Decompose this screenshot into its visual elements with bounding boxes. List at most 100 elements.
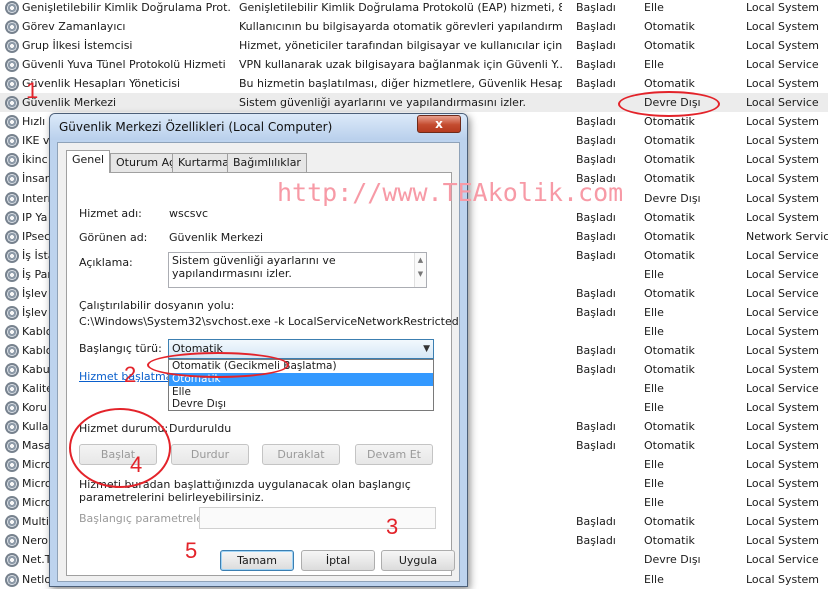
- gear-icon: [5, 96, 19, 111]
- service-row[interactable]: Genişletilebilir Kimlik Doğrulama Prot..…: [0, 0, 828, 17]
- display-name-value: Güvenlik Merkezi: [169, 231, 264, 244]
- service-startup-type: Elle: [644, 58, 664, 72]
- gear-icon: [5, 210, 19, 225]
- gear-icon: [5, 305, 19, 320]
- service-startup-type: Elle: [644, 401, 664, 415]
- gear-icon: [5, 458, 19, 473]
- startup-option[interactable]: Devre Dışı: [169, 398, 433, 411]
- gear-icon: [5, 420, 19, 435]
- resume-button[interactable]: Devam Et: [355, 444, 433, 465]
- service-status: Başladı: [576, 39, 616, 53]
- service-logon-as: Local System: [746, 39, 820, 53]
- gear-icon: [5, 1, 19, 15]
- annotation-marker-1: 1: [26, 78, 39, 103]
- annotation-ellipse-otomatik: [147, 352, 289, 378]
- dialog-title: Güvenlik Merkezi Özellikleri (Local Comp…: [59, 120, 333, 134]
- gear-icon: [5, 286, 19, 301]
- service-status: Başladı: [576, 286, 616, 300]
- gear-icon: [5, 115, 19, 130]
- service-row[interactable]: Güvenlik Hesapları Yöneticisi Bu hizmetin…: [0, 74, 828, 93]
- service-startup-type: Elle: [644, 496, 664, 510]
- service-status: Başladı: [576, 534, 616, 548]
- service-status: Başladı: [576, 77, 616, 91]
- gear-icon: [5, 39, 19, 54]
- gear-icon: [5, 191, 19, 206]
- service-status: Başladı: [576, 58, 616, 72]
- service-status: Başladı: [576, 210, 616, 224]
- service-status-value: Durduruldu: [169, 422, 232, 435]
- close-button[interactable]: x: [417, 115, 461, 133]
- dialog-titlebar[interactable]: Güvenlik Merkezi Özellikleri (Local Comp…: [50, 114, 467, 140]
- gear-icon: [5, 362, 19, 377]
- service-status: Başladı: [576, 115, 616, 129]
- service-status: Başladı: [576, 515, 616, 529]
- service-startup-type: Otomatik: [644, 534, 695, 548]
- service-logon-as: Local System: [746, 515, 820, 529]
- tab-genel[interactable]: Genel: [66, 150, 111, 173]
- service-logon-as: Local System: [746, 153, 820, 167]
- service-status: Başladı: [576, 134, 616, 148]
- tab-oturum-ac[interactable]: Oturum Aç: [110, 153, 182, 172]
- gear-icon: [5, 496, 19, 511]
- apply-button[interactable]: Uygula: [381, 550, 455, 571]
- exe-path-value: C:\Windows\System32\svchost.exe -k Local…: [79, 315, 459, 328]
- pause-button[interactable]: Duraklat: [262, 444, 340, 465]
- service-logon-as: Local System: [746, 20, 820, 34]
- ok-button[interactable]: Tamam: [220, 550, 294, 571]
- service-startup-type: Otomatik: [644, 515, 695, 529]
- service-name-label: Hizmet adı:: [79, 207, 142, 220]
- service-startup-type: Otomatik: [644, 134, 695, 148]
- service-status: Başladı: [576, 248, 616, 262]
- service-startup-type: Otomatik: [644, 420, 695, 434]
- service-startup-type: Elle: [644, 477, 664, 491]
- service-startup-type: Elle: [644, 458, 664, 472]
- service-startup-type: Otomatik: [644, 229, 695, 243]
- service-logon-as: Local Service: [746, 267, 819, 281]
- service-description: Bu hizmetin başlatılması, diğer hizmetle…: [239, 77, 562, 91]
- service-startup-type: Elle: [644, 572, 664, 586]
- service-status: Başladı: [576, 420, 616, 434]
- service-logon-as: Local System: [746, 420, 820, 434]
- service-row[interactable]: Görev Zamanlayıcı Kullanıcının bu bilgisa…: [0, 17, 828, 36]
- service-status: Başladı: [576, 362, 616, 376]
- service-status: Başladı: [576, 20, 616, 34]
- service-row[interactable]: Güvenli Yuva Tünel Protokolü Hizmeti VPN …: [0, 55, 828, 74]
- gear-icon: [5, 153, 19, 168]
- exe-path-label: Çalıştırılabilir dosyanın yolu:: [79, 299, 235, 312]
- service-status: Başladı: [576, 1, 616, 14]
- annotation-marker-5: 5: [185, 538, 198, 563]
- service-name-value: wscsvc: [169, 207, 209, 220]
- description-box[interactable]: Sistem güvenliği ayarlarını ve yapılandı…: [168, 252, 427, 288]
- service-description: VPN kullanarak uzak bilgisayara bağlanma…: [239, 58, 562, 72]
- service-startup-type: Otomatik: [644, 20, 695, 34]
- service-startup-type: Elle: [644, 267, 664, 281]
- service-row[interactable]: Grup İlkesi İstemcisi Hizmet, yöneticiler…: [0, 36, 828, 55]
- service-logon-as: Local System: [746, 172, 820, 186]
- tab-bagimliliklar[interactable]: Bağımlılıklar: [227, 153, 307, 172]
- gear-icon: [5, 572, 19, 587]
- service-startup-type: Otomatik: [644, 77, 695, 91]
- description-scrollbar[interactable]: ▲ ▼: [414, 253, 426, 287]
- description-label: Açıklama:: [79, 256, 133, 269]
- cancel-button[interactable]: İptal: [301, 550, 375, 571]
- annotation-marker-4: 4: [130, 452, 143, 477]
- gear-icon: [5, 515, 19, 530]
- annotation-ellipse-startup-type: [618, 91, 720, 117]
- service-startup-type: Elle: [644, 305, 664, 319]
- service-status: Başladı: [576, 305, 616, 319]
- gear-icon: [5, 401, 19, 416]
- chevron-down-icon: ▼: [423, 344, 430, 354]
- service-startup-type: Elle: [644, 382, 664, 395]
- annotation-marker-3: 3: [386, 514, 399, 539]
- service-status: Başladı: [576, 153, 616, 167]
- service-description: Sistem güvenliği ayarlarını ve yapılandı…: [239, 96, 526, 110]
- service-logon-as: Local Service: [746, 248, 819, 262]
- service-startup-type: Otomatik: [644, 153, 695, 167]
- tab-kurtarma[interactable]: Kurtarma: [172, 153, 235, 172]
- service-startup-type: Otomatik: [644, 172, 695, 186]
- stop-button[interactable]: Durdur: [171, 444, 249, 465]
- service-logon-as: Local Service: [746, 58, 819, 72]
- service-logon-as: Local Service: [746, 382, 819, 395]
- service-logon-as: Local System: [746, 343, 820, 357]
- params-input[interactable]: [199, 507, 436, 529]
